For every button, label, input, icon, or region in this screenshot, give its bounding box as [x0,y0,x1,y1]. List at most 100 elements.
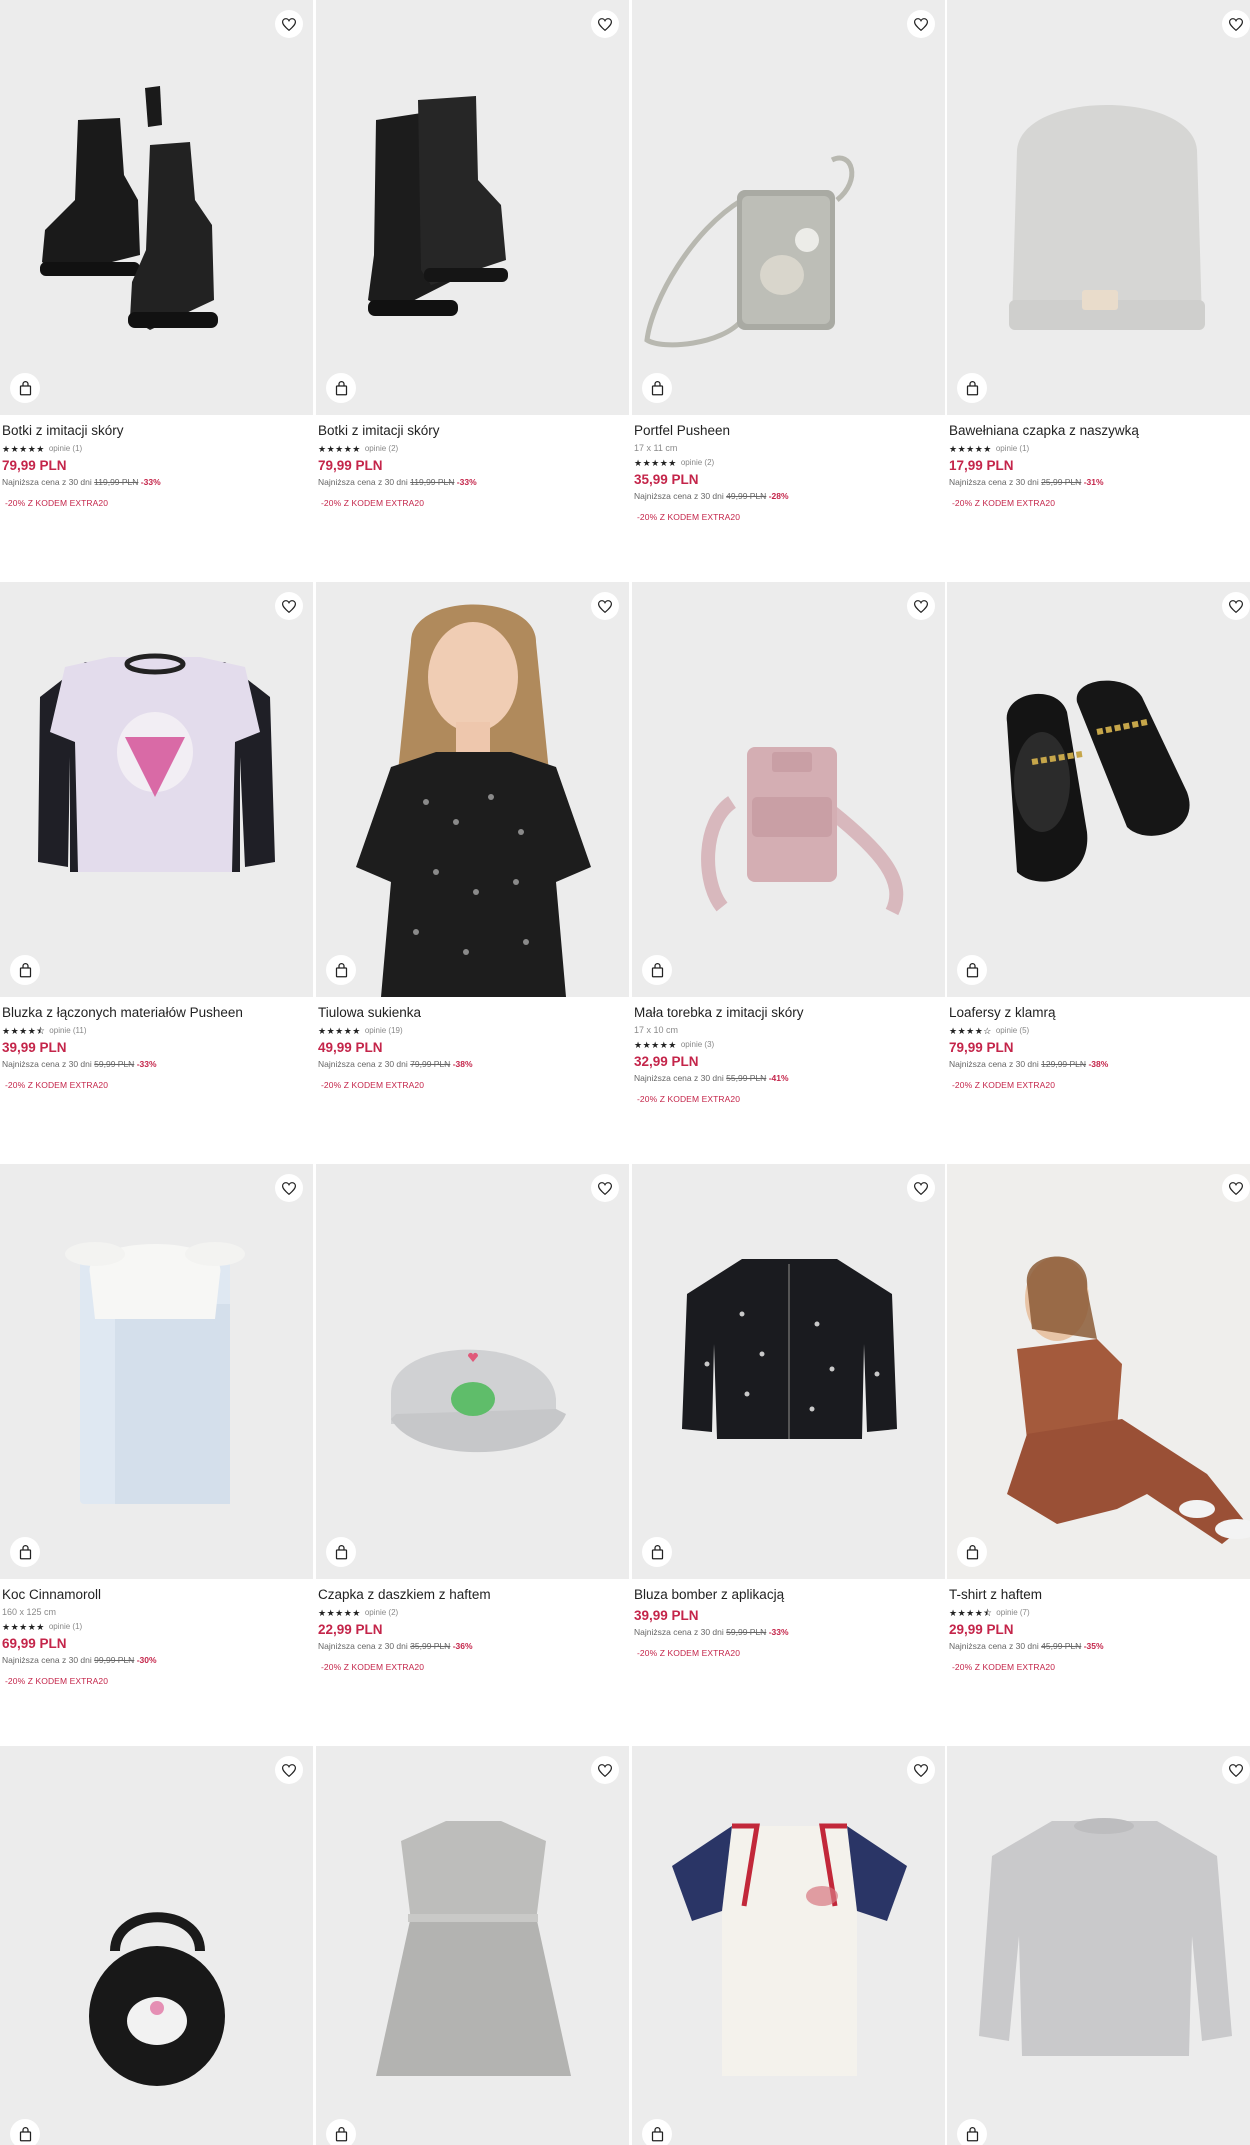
product-card[interactable]: Botki z imitacji skóry ★★★★★ opinie (1) 7… [0,0,313,509]
product-card[interactable]: Bawełniana czapka z naszywką ★★★★★ opinie… [947,0,1250,509]
add-to-cart-button[interactable] [642,373,672,403]
add-to-cart-button[interactable] [10,955,40,985]
add-to-cart-button[interactable] [642,1537,672,1567]
add-to-cart-button[interactable] [326,2119,356,2145]
rating-stars: ★★★★★ [2,443,45,454]
review-count[interactable]: opinie (1) [996,444,1029,454]
product-card[interactable] [947,1746,1250,2145]
shopping-bag-icon [19,962,31,977]
favorite-button[interactable] [907,10,935,38]
add-to-cart-button[interactable] [957,1537,987,1567]
product-rating: ★★★★★ opinie (2) [634,457,945,468]
product-rating: ★★★★★ opinie (2) [318,1607,629,1618]
add-to-cart-button[interactable] [10,373,40,403]
product-name[interactable]: Portfel Pusheen [634,423,945,440]
add-to-cart-button[interactable] [957,373,987,403]
review-count[interactable]: opinie (1) [49,1622,82,1632]
review-count[interactable]: opinie (2) [365,1608,398,1618]
shopping-bag-icon [335,962,347,977]
product-image[interactable] [316,582,629,997]
favorite-button[interactable] [1222,592,1250,620]
product-card[interactable] [0,1746,313,2145]
favorite-button[interactable] [275,1174,303,1202]
favorite-button[interactable] [275,10,303,38]
product-card[interactable]: Tiulowa sukienka ★★★★★ opinie (19) 49,99 … [316,582,629,1091]
favorite-button[interactable] [591,592,619,620]
product-name[interactable]: Botki z imitacji skóry [318,423,629,440]
add-to-cart-button[interactable] [957,955,987,985]
add-to-cart-button[interactable] [326,955,356,985]
girl-tulle-dress-image [356,604,591,997]
product-image[interactable] [947,1746,1250,2145]
product-image[interactable] [947,1164,1250,1579]
favorite-button[interactable] [907,1756,935,1784]
product-name[interactable]: Bluza bomber z aplikacją [634,1587,945,1604]
product-card[interactable] [316,1746,629,2145]
product-image[interactable] [632,1164,945,1579]
product-name[interactable]: Bluzka z łączonych materiałów Pusheen [2,1005,313,1022]
product-card[interactable]: Portfel Pusheen 17 x 11 cm ★★★★★ opinie (… [632,0,945,523]
add-to-cart-button[interactable] [326,373,356,403]
rating-stars: ★★★★☆ [949,1025,992,1036]
favorite-button[interactable] [907,1174,935,1202]
product-card[interactable]: Bluza bomber z aplikacją 39,99 PLN Najni… [632,1164,945,1659]
product-image[interactable] [632,0,945,415]
old-price: 59,99 PLN [726,1627,767,1637]
review-count[interactable]: opinie (11) [49,1026,86,1036]
add-to-cart-button[interactable] [10,2119,40,2145]
add-to-cart-button[interactable] [642,955,672,985]
lowest-price-info: Najniższa cena z 30 dni 59,99 PLN -33% [634,1627,945,1638]
product-name[interactable]: Bawełniana czapka z naszywką [949,423,1250,440]
product-card[interactable]: Loafersy z klamrą ★★★★☆ opinie (5) 79,99 … [947,582,1250,1091]
favorite-button[interactable] [1222,1756,1250,1784]
product-card[interactable]: Botki z imitacji skóry ★★★★★ opinie (2) 7… [316,0,629,509]
lowest-price-info: Najniższa cena z 30 dni 119,99 PLN -33% [2,477,313,488]
product-name[interactable]: Czapka z daszkiem z haftem [318,1587,629,1604]
product-image[interactable] [947,582,1250,997]
product-image[interactable] [316,1746,629,2145]
product-name[interactable]: Tiulowa sukienka [318,1005,629,1022]
product-card[interactable] [632,1746,945,2145]
add-to-cart-button[interactable] [10,1537,40,1567]
product-image[interactable] [632,582,945,997]
product-name[interactable]: Botki z imitacji skóry [2,423,313,440]
product-card[interactable]: T-shirt z haftem ★★★★⯪ opinie (7) 29,99 P… [947,1164,1250,1673]
favorite-button[interactable] [591,1174,619,1202]
product-card[interactable]: Bluzka z łączonych materiałów Pusheen ★★… [0,582,313,1091]
product-image[interactable] [0,1164,313,1579]
product-card[interactable]: Czapka z daszkiem z haftem ★★★★★ opinie (… [316,1164,629,1673]
add-to-cart-button[interactable] [957,2119,987,2145]
favorite-button[interactable] [1222,1174,1250,1202]
product-image[interactable] [0,582,313,997]
review-count[interactable]: opinie (3) [681,1040,714,1050]
favorite-button[interactable] [275,592,303,620]
favorite-button[interactable] [591,10,619,38]
review-count[interactable]: opinie (2) [681,458,714,468]
review-count[interactable]: opinie (19) [365,1026,403,1036]
product-image[interactable] [947,0,1250,415]
favorite-button[interactable] [907,592,935,620]
favorite-button[interactable] [591,1756,619,1784]
review-count[interactable]: opinie (7) [996,1608,1029,1618]
product-card[interactable]: Mała torebka z imitacji skóry 17 x 10 cm… [632,582,945,1105]
product-image[interactable] [0,1746,313,2145]
product-card[interactable]: Koc Cinnamoroll 160 x 125 cm ★★★★★ opinie… [0,1164,313,1687]
product-name[interactable]: Mała torebka z imitacji skóry [634,1005,945,1022]
discount-percent: -36% [452,1641,473,1651]
add-to-cart-button[interactable] [326,1537,356,1567]
add-to-cart-button[interactable] [642,2119,672,2145]
product-image[interactable] [0,0,313,415]
favorite-button[interactable] [275,1756,303,1784]
product-image[interactable] [316,0,629,415]
review-count[interactable]: opinie (2) [365,444,398,454]
product-name[interactable]: T-shirt z haftem [949,1587,1250,1604]
favorite-button[interactable] [1222,10,1250,38]
product-image[interactable] [316,1164,629,1579]
product-image[interactable] [632,1746,945,2145]
product-name[interactable]: Koc Cinnamoroll [2,1587,313,1604]
product-rating: ★★★★★ opinie (1) [2,443,313,454]
review-count[interactable]: opinie (1) [49,444,82,454]
product-name[interactable]: Loafersy z klamrą [949,1005,1250,1022]
lowest-price-label: Najniższa cena z 30 dni [949,1641,1039,1651]
review-count[interactable]: opinie (5) [996,1026,1029,1036]
